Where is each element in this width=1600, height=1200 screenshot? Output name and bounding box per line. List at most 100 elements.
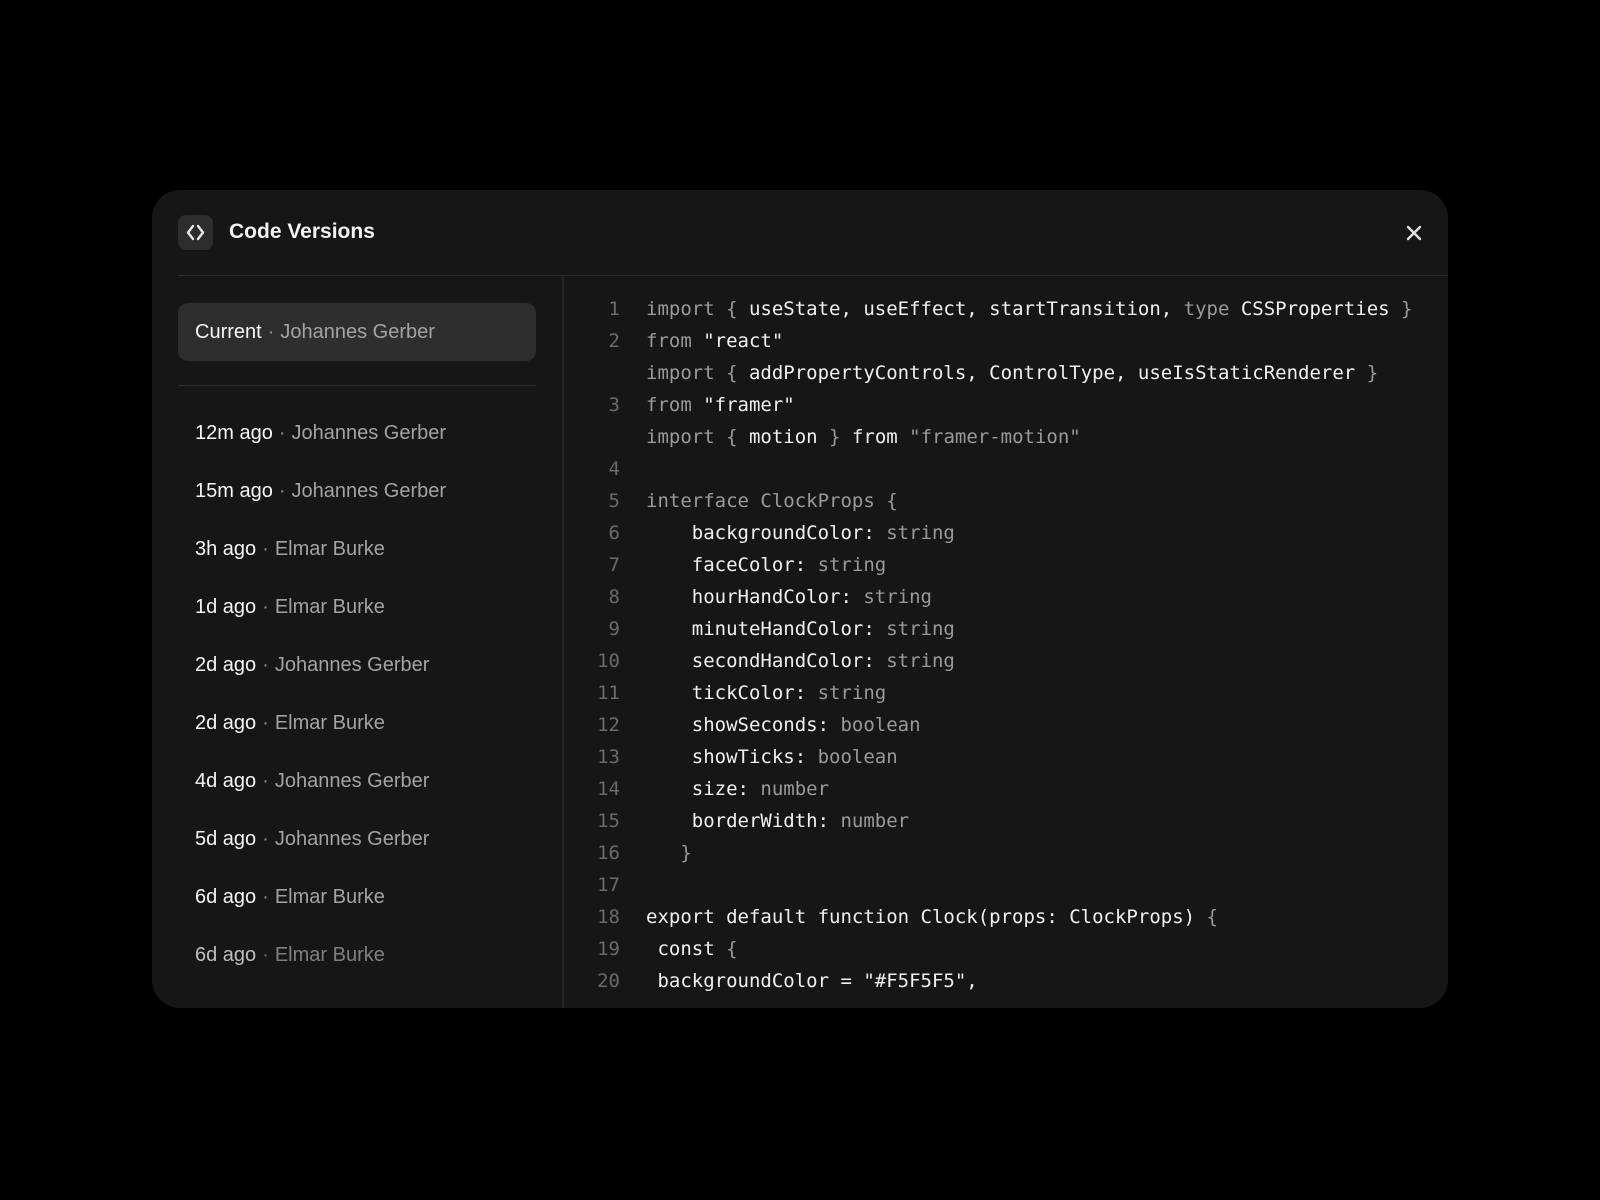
version-author: Johannes Gerber [291, 422, 447, 444]
code-lines: 1 import { useState, useEffect, startTran… [564, 293, 1412, 997]
code-token: { [726, 362, 749, 384]
line-number: 7 [608, 554, 620, 576]
code-text: from "react" [646, 330, 783, 352]
code-line: 11 tickColor: string [564, 677, 1412, 709]
code-token: } [1401, 298, 1413, 320]
code-token: string [886, 650, 955, 672]
code-token: { [726, 938, 738, 960]
version-sidebar: Current · Johannes Gerber 12m ago · Johannes… [178, 276, 536, 1008]
version-time: 4d ago [195, 770, 257, 792]
code-token: useState, useEffect, startTransition, [748, 298, 1184, 320]
code-line: 9 minuteHandColor: string [564, 613, 1412, 645]
version-author: Johannes Gerber [274, 770, 430, 792]
separator-dot: · [262, 712, 269, 734]
separator-dot: · [262, 828, 269, 850]
code-line: 18 export default function Clock(props: C… [564, 901, 1412, 933]
code-token: string [817, 554, 887, 576]
code-line: 7 faceColor: string [564, 549, 1412, 581]
version-time: 1d ago [195, 596, 257, 618]
code-token: string [886, 618, 955, 640]
version-author: Johannes Gerber [280, 321, 435, 343]
separator-dot: · [262, 538, 269, 560]
code-token: backgroundColor = "#F5F5F5", [646, 970, 978, 992]
code-line: 8 hourHandColor: string [564, 581, 1412, 613]
code-token: export default function Clock(props: Clo… [646, 906, 1207, 928]
close-button[interactable] [1402, 221, 1426, 245]
code-text: backgroundColor = "#F5F5F5", [646, 970, 978, 992]
code-viewer[interactable]: 1 import { useState, useEffect, startTran… [564, 276, 1448, 1008]
code-line: 1 import { useState, useEffect, startTran… [564, 293, 1413, 325]
line-number: 14 [597, 778, 620, 800]
version-time: 2d ago [195, 712, 257, 734]
version-item[interactable]: 1d ago · Elmar Burke [178, 595, 536, 653]
code-token: { [726, 298, 749, 320]
version-item[interactable]: 12m ago · Johannes Gerber [178, 421, 536, 479]
separator-dot: · [278, 422, 286, 444]
code-token: const [646, 938, 727, 960]
code-token: hourHandColor: [646, 586, 864, 608]
code-text: backgroundColor: string [646, 522, 955, 544]
version-author: Elmar Burke [274, 712, 385, 734]
code-line: 16 } [564, 837, 1412, 869]
version-item[interactable]: 6d ago · Elmar Burke [178, 943, 536, 1001]
line-number: 3 [608, 394, 620, 416]
code-text: export default function Clock(props: Clo… [646, 906, 1218, 928]
line-number: 11 [597, 682, 620, 704]
version-item[interactable]: 4d ago · Johannes Gerber [178, 769, 536, 827]
version-list: 12m ago · Johannes Gerber 15m ago · Johannes … [178, 421, 536, 1001]
version-time: Current [195, 321, 262, 343]
version-item[interactable]: 5d ago · Johannes Gerber [178, 827, 536, 885]
version-author: Johannes Gerber [291, 480, 447, 502]
version-item[interactable]: 3h ago · Elmar Burke [178, 537, 536, 595]
version-item[interactable]: 2d ago · Johannes Gerber [178, 653, 536, 711]
code-token: { [726, 426, 749, 448]
code-token: import [646, 426, 727, 448]
code-icon [178, 215, 213, 250]
code-token: boolean [840, 714, 921, 736]
code-token: interface ClockProps { [646, 490, 898, 512]
line-number: 2 [608, 330, 620, 352]
code-token: number [840, 810, 910, 832]
version-author: Elmar Burke [274, 538, 385, 560]
line-number: 15 [597, 810, 620, 832]
code-line: import { addPropertyControls, ControlTyp… [564, 357, 1412, 389]
code-token: import [646, 298, 727, 320]
code-text: size: number [646, 778, 829, 800]
code-token: backgroundColor: [646, 522, 887, 544]
code-token: faceColor: [646, 554, 818, 576]
separator-dot: · [278, 480, 286, 502]
version-item[interactable]: 6d ago · Elmar Burke [178, 885, 536, 943]
line-number: 16 [597, 842, 620, 864]
code-line: 12 showSeconds: boolean [564, 709, 1412, 741]
separator-dot: · [262, 770, 269, 792]
code-text: interface ClockProps { [646, 490, 898, 512]
close-icon[interactable] [1402, 221, 1426, 245]
code-token: minuteHandColor: [646, 618, 887, 640]
code-line: 14 size: number [564, 773, 1412, 805]
line-number: 20 [597, 970, 620, 992]
line-number: 9 [608, 618, 620, 640]
code-token: showTicks: [646, 746, 818, 768]
code-token: addPropertyControls, ControlType, useIsS… [748, 362, 1367, 384]
code-text: from "framer" [646, 394, 795, 416]
code-line: 5 interface ClockProps { [564, 485, 1412, 517]
current-version-item[interactable]: Current · Johannes Gerber [178, 303, 536, 361]
version-author: Johannes Gerber [274, 654, 430, 676]
version-author: Elmar Burke [274, 886, 385, 908]
code-text: import { addPropertyControls, ControlTyp… [646, 362, 1378, 384]
dialog-header: Code Versions [178, 190, 1448, 276]
separator-dot: · [262, 886, 269, 908]
code-versions-dialog: Code Versions Current · Johannes Gerber 12… [152, 190, 1448, 1008]
separator-dot: · [267, 321, 275, 343]
version-time: 5d ago [195, 828, 257, 850]
code-line: 4 [564, 453, 1412, 485]
version-item[interactable]: 15m ago · Johannes Gerber [178, 479, 536, 537]
version-item[interactable]: 2d ago · Elmar Burke [178, 711, 536, 769]
version-time: 6d ago [195, 886, 257, 908]
code-token: borderWidth: [646, 810, 841, 832]
code-token: } [829, 426, 852, 448]
version-time: 3h ago [195, 538, 257, 560]
dialog-title: Code Versions [229, 220, 375, 243]
code-line: 10 secondHandColor: string [564, 645, 1412, 677]
separator-dot: · [262, 654, 269, 676]
